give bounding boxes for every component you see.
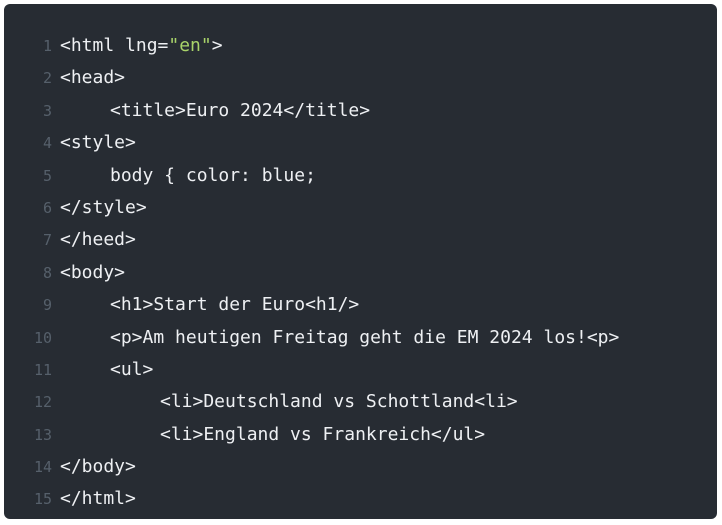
code-line: 9 <h1>Start der Euro<h1/> [4,289,717,321]
code-token: </heed> [60,229,136,251]
code-token: <h1>Start der Euro<h1/> [110,294,360,316]
line-number: 11 [33,360,52,379]
code-text: <h1>Start der Euro<h1/> [110,289,359,321]
code-text: body { color: blue; [110,160,316,192]
line-number: 6 [42,198,52,217]
code-editor: 1 <html lng="en"> 2 <head> 3 <title>Euro 2024… [4,4,717,519]
code-line: 6 </style> [4,192,717,224]
code-line: 11 <ul> [4,354,717,386]
code-token: </body> [60,456,136,478]
code-token: <body> [60,261,126,283]
code-line: 5 body { color: blue; [4,160,717,192]
string-token: "en" [168,35,212,56]
code-token: </html> [60,488,136,510]
code-line: 8 <body> [4,257,717,289]
line-number: 10 [33,328,52,347]
code-text: <style> [60,127,136,159]
code-line: 12 <li>Deutschland vs Schottland<li> [4,386,717,418]
code-text: <p>Am heutigen Freitag geht die EM 2024 … [110,322,619,354]
code-text: </html> [60,483,136,515]
code-line: 7 </heed> [4,224,717,256]
code-token: <li>Deutschland vs Schottland<li> [160,391,518,413]
code-line: 2 <head> [4,62,717,94]
code-line: 14 </body> [4,451,717,483]
code-text: <li>England vs Frankreich</ul> [160,419,485,451]
code-text: <html lng="en"> [60,30,223,62]
code-line: 15 </html> [4,483,717,515]
code-token: <ul> [110,358,154,380]
code-token: <style> [60,132,136,154]
code-token: <html lng= [60,35,169,56]
code-text: <head> [60,62,125,94]
code-text: </style> [60,192,147,224]
code-line: 13 <li>England vs Frankreich</ul> [4,419,717,451]
code-token: > [211,35,223,56]
line-number: 4 [42,134,52,153]
code-token: <head> [60,67,126,89]
code-line: 1 <html lng="en"> [4,30,717,62]
code-text: <body> [60,257,125,289]
code-token: body { color: blue; [110,164,316,186]
line-number: 12 [33,393,52,412]
line-number: 14 [33,458,52,477]
code-token: <li>England vs Frankreich</ul> [160,423,486,445]
line-number: 7 [42,231,52,250]
code-token: <p>Am heutigen Freitag geht die EM 2024 … [110,326,620,348]
code-line: 3 <title>Euro 2024</title> [4,95,717,127]
line-number: 8 [42,263,52,282]
line-number: 2 [42,69,52,88]
code-line: 4 <style> [4,127,717,159]
line-number: 13 [33,425,52,444]
code-text: </body> [60,451,136,483]
code-token: <title>Euro 2024</title> [110,99,371,121]
code-text: </heed> [60,224,136,256]
code-token: </style> [60,196,147,218]
code-text: <title>Euro 2024</title> [110,95,370,127]
code-text: <li>Deutschland vs Schottland<li> [160,386,518,418]
line-number: 15 [33,490,52,509]
code-line: 10 <p>Am heutigen Freitag geht die EM 202… [4,322,717,354]
line-number: 3 [42,101,52,120]
line-number: 9 [42,296,52,315]
code-text: <ul> [110,354,153,386]
code-block: 1 <html lng="en"> 2 <head> 3 <title>Euro 2024… [4,30,717,516]
line-number: 5 [42,166,52,185]
line-number: 1 [42,37,52,55]
